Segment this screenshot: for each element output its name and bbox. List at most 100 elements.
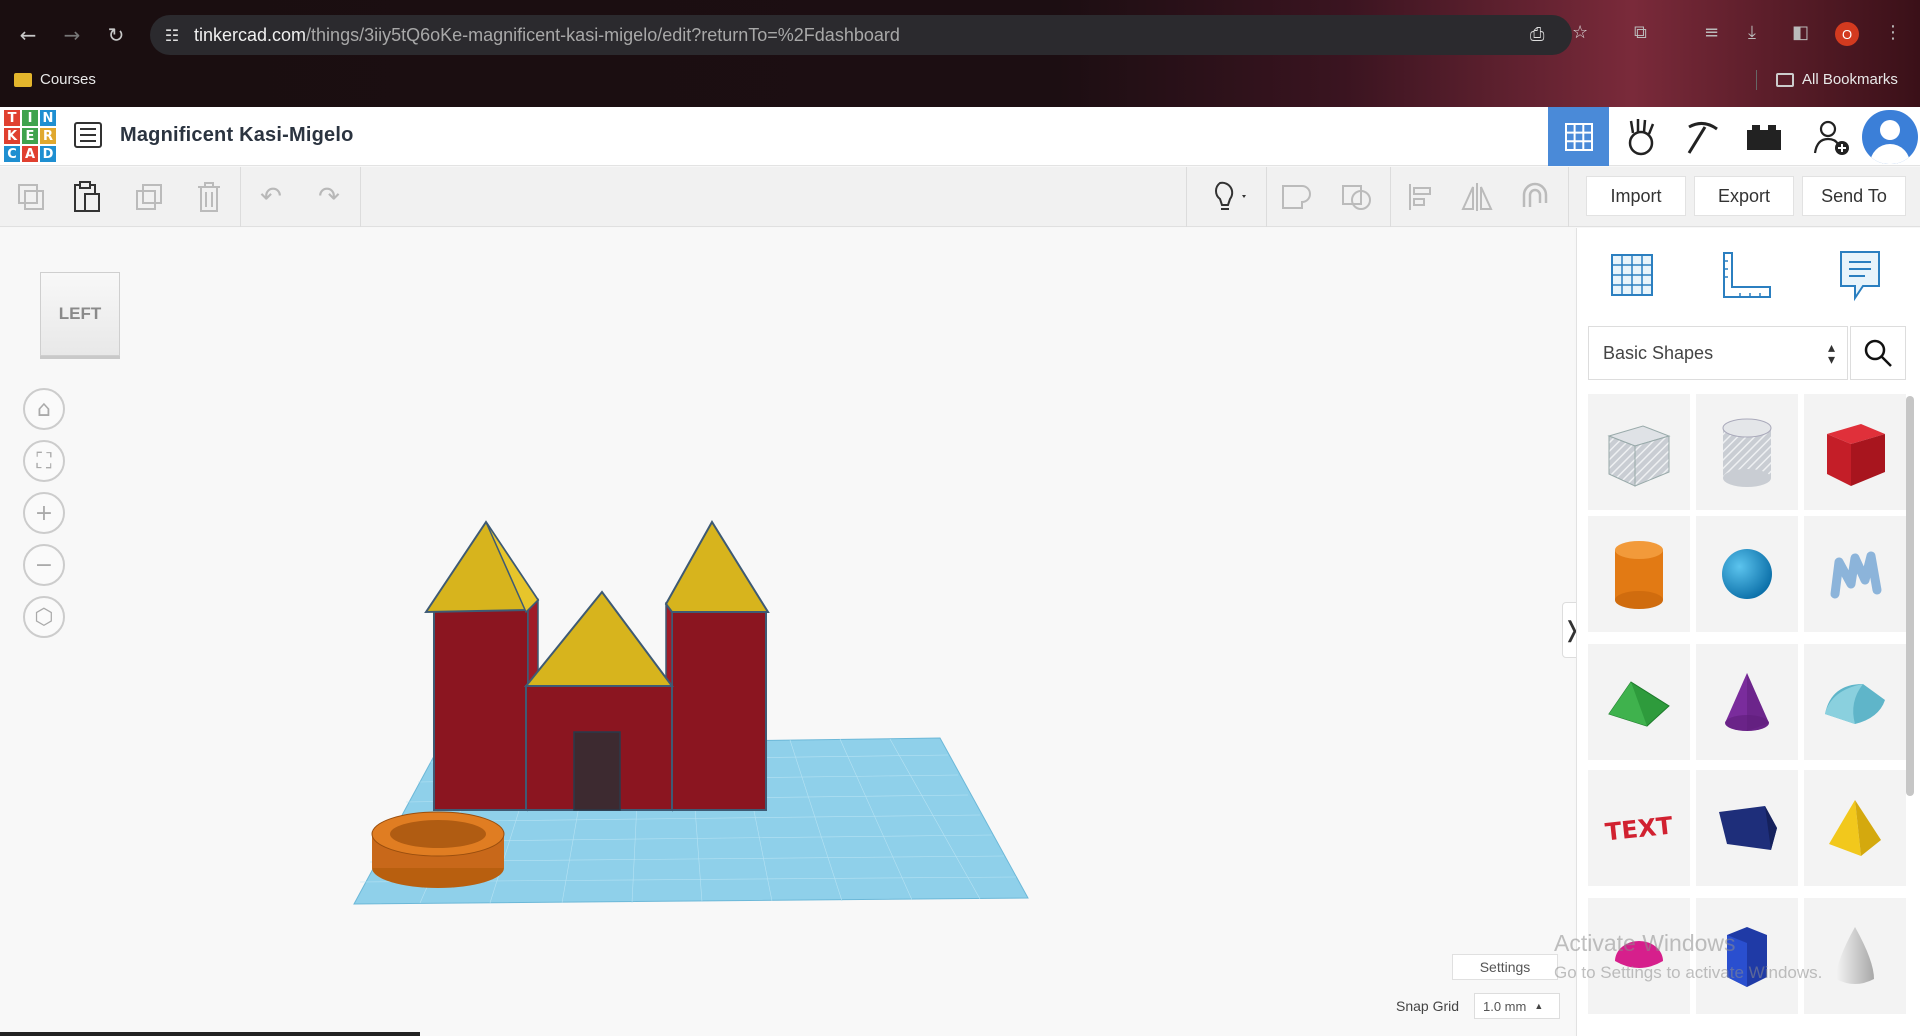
show-all-lightbulb-icon[interactable] — [1198, 176, 1258, 218]
panel-scrollbar[interactable] — [1906, 396, 1914, 796]
profile-avatar[interactable]: O — [1835, 22, 1859, 46]
snap-grid-select[interactable]: 1.0 mm ▲ — [1474, 993, 1560, 1019]
toolbar-divider — [1186, 167, 1187, 227]
send-to-button[interactable]: Send To — [1802, 176, 1906, 216]
logo-letter: E — [21, 127, 39, 145]
logo-letter: R — [39, 127, 57, 145]
shape-wedge[interactable] — [1696, 770, 1798, 886]
logo-letter: C — [3, 145, 21, 163]
shape-roof[interactable] — [1588, 644, 1690, 760]
sphere-blue-icon — [1722, 549, 1772, 599]
user-avatar[interactable] — [1862, 110, 1918, 164]
cruise-magnet-icon[interactable] — [1514, 176, 1556, 218]
search-icon — [1864, 339, 1892, 367]
add-user-icon — [1813, 120, 1849, 155]
settings-button[interactable]: Settings — [1452, 954, 1558, 980]
copy-icon[interactable] — [10, 176, 52, 218]
hand-icon — [1628, 118, 1654, 155]
text-shape-icon: TEXT — [1604, 811, 1675, 846]
shape-cone[interactable] — [1696, 644, 1798, 760]
ruler-tool-icon[interactable] — [1716, 246, 1776, 304]
redo-icon[interactable]: ↷ — [308, 176, 350, 218]
import-button[interactable]: Import — [1586, 176, 1686, 216]
blocks-view-button[interactable] — [1610, 107, 1671, 166]
toolbar-divider — [240, 167, 241, 227]
shape-cylinder-hole[interactable] — [1696, 394, 1798, 510]
view-cube[interactable]: LEFT — [40, 272, 120, 356]
watermark-subtitle: Go to Settings to activate Windows. — [1554, 963, 1823, 982]
3d-design-view-button[interactable] — [1548, 107, 1609, 166]
watermark-title: Activate Windows — [1554, 930, 1736, 956]
invite-user-button[interactable] — [1800, 107, 1861, 166]
extensions-icon[interactable]: ⧉ — [1634, 22, 1647, 43]
url-host: tinkercad.com — [194, 24, 307, 45]
snap-grid-value: 1.0 mm — [1483, 998, 1527, 1014]
shape-round-roof[interactable] — [1804, 644, 1906, 760]
shape-category-value: Basic Shapes — [1603, 342, 1714, 363]
box-red-icon — [1827, 424, 1885, 486]
door — [573, 731, 621, 811]
ortho-view-icon[interactable]: ⬡ — [23, 596, 65, 638]
mirror-icon[interactable] — [1456, 176, 1498, 218]
shape-pyramid[interactable] — [1804, 770, 1906, 886]
group-icon[interactable] — [1276, 176, 1318, 218]
notes-tool-icon[interactable] — [1830, 246, 1890, 304]
shape-search-button[interactable] — [1850, 326, 1906, 380]
pyramid-yellow-icon — [1829, 800, 1881, 856]
cone-purple-icon — [1725, 673, 1769, 731]
undo-icon[interactable]: ↶ — [250, 176, 292, 218]
address-bar[interactable]: ☷ tinkercad.com/things/3iiy5tQ6oKe-magni… — [150, 15, 1572, 55]
cylinder-hole-icon — [1722, 418, 1772, 487]
browser-menu-icon[interactable]: ⋮ — [1884, 22, 1902, 43]
zoom-out-icon[interactable]: − — [23, 544, 65, 586]
taskbar-edge — [0, 1032, 420, 1036]
bricks-view-button[interactable] — [1733, 107, 1794, 166]
bookmark-label: Courses — [40, 71, 96, 88]
shape-cylinder[interactable] — [1588, 516, 1690, 632]
brick-icon — [1746, 124, 1781, 150]
tinkercad-logo[interactable]: TINKERCAD — [3, 109, 57, 163]
logo-letter: T — [3, 109, 21, 127]
ungroup-icon[interactable] — [1336, 176, 1378, 218]
design-title[interactable]: Magnificent Kasi-Migelo — [120, 124, 354, 147]
fit-all-icon[interactable]: ⛶ — [23, 440, 65, 482]
toolbar-divider — [1266, 167, 1267, 227]
shape-scribble[interactable] — [1804, 516, 1906, 632]
toolbar-divider — [1390, 167, 1391, 227]
reload-icon[interactable]: ↻ — [100, 19, 132, 51]
toolbar-divider — [1568, 167, 1569, 227]
activate-windows-watermark: Activate Windows Go to Settings to activ… — [1554, 930, 1822, 983]
box-hole-icon — [1607, 425, 1671, 487]
3d-scene[interactable] — [340, 500, 1040, 920]
workplane-tool-icon[interactable] — [1602, 246, 1662, 304]
logo-letter: A — [21, 145, 39, 163]
sort-arrows-icon: ▴ ▾ — [1827, 339, 1835, 367]
shape-box-hole[interactable] — [1588, 394, 1690, 510]
delete-icon[interactable] — [188, 176, 230, 218]
forward-icon[interactable]: → — [56, 19, 88, 51]
export-button[interactable]: Export — [1694, 176, 1794, 216]
side-panel-icon[interactable]: ◧ — [1792, 22, 1809, 43]
home-view-icon[interactable]: ⌂ — [23, 388, 65, 430]
paste-icon[interactable] — [66, 176, 108, 218]
design-list-icon[interactable] — [74, 122, 102, 148]
media-icon[interactable]: ≡ — [1704, 22, 1719, 43]
bookmark-star-icon[interactable]: ☆ — [1572, 22, 1588, 43]
bookmark-all-bookmarks[interactable]: All Bookmarks — [1776, 71, 1898, 88]
zoom-in-icon[interactable]: + — [23, 492, 65, 534]
folder-icon — [1776, 72, 1794, 87]
toolbar-divider — [360, 167, 361, 227]
shape-sphere[interactable] — [1696, 516, 1798, 632]
duplicate-icon[interactable] — [128, 176, 170, 218]
sim-lab-button[interactable] — [1672, 107, 1733, 166]
back-icon[interactable]: ← — [12, 19, 44, 51]
shape-text[interactable]: TEXT — [1588, 770, 1690, 886]
shape-category-select[interactable]: Basic Shapes ▴ ▾ — [1588, 326, 1848, 380]
caret-up-icon: ▲ — [1534, 1001, 1544, 1011]
site-info-icon[interactable]: ☷ — [150, 26, 194, 45]
bookmark-courses[interactable]: Courses — [14, 71, 96, 88]
install-app-icon[interactable]: ⎙ — [1530, 24, 1544, 45]
align-icon[interactable] — [1400, 176, 1442, 218]
downloads-icon[interactable]: ⤓ — [1748, 22, 1756, 43]
shape-box[interactable] — [1804, 394, 1906, 510]
